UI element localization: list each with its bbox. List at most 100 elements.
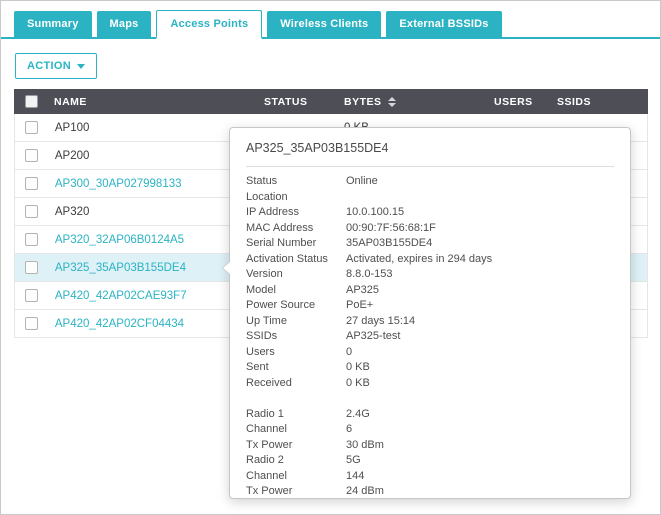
popover-field-label: MAC Address xyxy=(246,221,346,237)
popover-field-row: SSIDs AP325-test xyxy=(246,329,614,345)
ap-name-cell: AP420_42AP02CAE93F7 xyxy=(49,290,258,302)
popover-field-value: 00:90:7F:56:68:1F xyxy=(346,221,614,237)
popover-fields: Status Online Location IP Address 10.0.1… xyxy=(246,174,614,500)
popover-field-value: 144 xyxy=(346,469,614,485)
ap-name-cell: AP320 xyxy=(49,206,258,218)
access-points-page: SummaryMapsAccess PointsWireless Clients… xyxy=(0,0,661,515)
popover-field-row: Sent 0 KB xyxy=(246,360,614,376)
row-checkbox-cell xyxy=(15,261,49,274)
popover-field-row: Power Source PoE+ xyxy=(246,298,614,314)
popover-field-row xyxy=(246,391,614,407)
tab-access-points[interactable]: Access Points xyxy=(156,10,262,39)
popover-field-label: Tx Power xyxy=(246,438,346,454)
row-checkbox[interactable] xyxy=(25,121,38,134)
popover-field-row: Tx Power 24 dBm xyxy=(246,484,614,500)
sort-asc-icon xyxy=(388,97,396,101)
popover-field-value: 6 xyxy=(346,422,614,438)
sort-arrows-icon xyxy=(388,97,396,107)
tab-maps[interactable]: Maps xyxy=(97,11,152,37)
popover-field-label: Users xyxy=(246,345,346,361)
column-header-users[interactable]: USERS xyxy=(488,96,551,108)
popover-field-label: Tx Power xyxy=(246,484,346,500)
popover-field-row: IP Address 10.0.100.15 xyxy=(246,205,614,221)
row-checkbox[interactable] xyxy=(25,261,38,274)
popover-field-value: PoE+ xyxy=(346,298,614,314)
row-checkbox-cell xyxy=(15,289,49,302)
popover-field-label: Serial Number xyxy=(246,236,346,252)
popover-field-value: AP325-test xyxy=(346,329,614,345)
table-header-row: NAME STATUS BYTES USERS SSIDS xyxy=(14,89,648,114)
ap-name[interactable]: AP325_35AP03B155DE4 xyxy=(55,262,186,274)
popover-field-value: 8.8.0-153 xyxy=(346,267,614,283)
popover-field-value xyxy=(346,190,614,206)
action-button[interactable]: ACTION xyxy=(15,53,97,79)
row-checkbox[interactable] xyxy=(25,289,38,302)
popover-field-label: SSIDs xyxy=(246,329,346,345)
popover-field-label: Power Source xyxy=(246,298,346,314)
popover-field-row: Model AP325 xyxy=(246,283,614,299)
ap-name: AP200 xyxy=(55,150,90,162)
popover-field-value: 0 KB xyxy=(346,376,614,392)
popover-field-label: Received xyxy=(246,376,346,392)
row-checkbox-cell xyxy=(15,121,49,134)
row-checkbox[interactable] xyxy=(25,205,38,218)
ap-name[interactable]: AP320_32AP06B0124A5 xyxy=(55,234,184,246)
column-header-ssids[interactable]: SSIDS xyxy=(551,96,648,108)
popover-field-label: Activation Status xyxy=(246,252,346,268)
popover-field-row: Location xyxy=(246,190,614,206)
ap-details-popover: AP325_35AP03B155DE4 Status Online Locati… xyxy=(229,127,631,499)
ap-name: AP100 xyxy=(55,122,90,134)
popover-field-value: Online xyxy=(346,174,614,190)
popover-field-value: 5G xyxy=(346,453,614,469)
popover-field-label: Sent xyxy=(246,360,346,376)
popover-field-value: 2.4G xyxy=(346,407,614,423)
popover-field-label: Channel xyxy=(246,469,346,485)
row-checkbox-cell xyxy=(15,149,49,162)
column-header-bytes-label: BYTES xyxy=(344,96,382,108)
popover-field-row: Radio 1 2.4G xyxy=(246,407,614,423)
popover-field-row: Up Time 27 days 15:14 xyxy=(246,314,614,330)
popover-field-value: 10.0.100.15 xyxy=(346,205,614,221)
row-checkbox[interactable] xyxy=(25,177,38,190)
ap-name-cell: AP320_32AP06B0124A5 xyxy=(49,234,258,246)
ap-name[interactable]: AP420_42AP02CF04434 xyxy=(55,318,184,330)
popover-field-row: Channel 144 xyxy=(246,469,614,485)
popover-field-row: Activation Status Activated, expires in … xyxy=(246,252,614,268)
ap-name-cell: AP100 xyxy=(49,122,258,134)
popover-title: AP325_35AP03B155DE4 xyxy=(246,140,614,157)
popover-field-value xyxy=(346,391,614,407)
popover-field-label: Model xyxy=(246,283,346,299)
popover-field-value: AP325 xyxy=(346,283,614,299)
popover-field-row: Status Online xyxy=(246,174,614,190)
row-checkbox[interactable] xyxy=(25,317,38,330)
popover-field-label: Status xyxy=(246,174,346,190)
popover-field-row: MAC Address 00:90:7F:56:68:1F xyxy=(246,221,614,237)
popover-field-label: Radio 2 xyxy=(246,453,346,469)
tab-external-bssids[interactable]: External BSSIDs xyxy=(386,11,501,37)
select-all-checkbox[interactable] xyxy=(25,95,38,108)
row-checkbox-cell xyxy=(15,205,49,218)
ap-name-cell: AP200 xyxy=(49,150,258,162)
tab-summary[interactable]: Summary xyxy=(14,11,92,37)
tab-bar: SummaryMapsAccess PointsWireless Clients… xyxy=(1,1,660,39)
popover-field-value: Activated, expires in 294 days xyxy=(346,252,614,268)
select-all-cell xyxy=(14,95,48,108)
popover-field-row: Users 0 xyxy=(246,345,614,361)
row-checkbox[interactable] xyxy=(25,233,38,246)
column-header-bytes[interactable]: BYTES xyxy=(338,96,488,108)
popover-field-value: 0 KB xyxy=(346,360,614,376)
ap-name-cell: AP420_42AP02CF04434 xyxy=(49,318,258,330)
ap-name[interactable]: AP420_42AP02CAE93F7 xyxy=(55,290,187,302)
row-checkbox[interactable] xyxy=(25,149,38,162)
popover-field-label: Version xyxy=(246,267,346,283)
column-header-status[interactable]: STATUS xyxy=(258,96,338,108)
popover-field-value: 35AP03B155DE4 xyxy=(346,236,614,252)
row-checkbox-cell xyxy=(15,233,49,246)
column-header-name[interactable]: NAME xyxy=(48,96,258,108)
popover-field-label: Location xyxy=(246,190,346,206)
ap-name[interactable]: AP300_30AP027998133 xyxy=(55,178,182,190)
action-button-label: ACTION xyxy=(27,60,71,72)
row-checkbox-cell xyxy=(15,317,49,330)
tab-wireless-clients[interactable]: Wireless Clients xyxy=(267,11,381,37)
popover-field-value: 27 days 15:14 xyxy=(346,314,614,330)
